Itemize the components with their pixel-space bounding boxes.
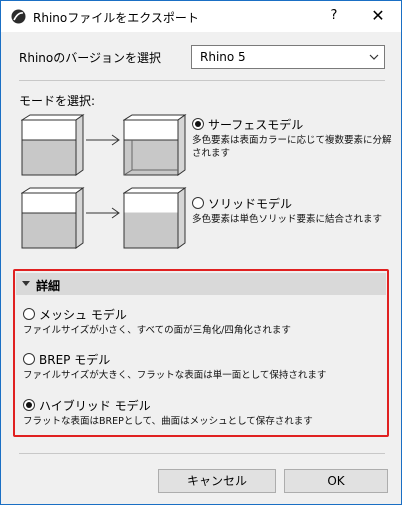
solid-model-desc: 多色要素は単色ソリッド要素に結合されます	[192, 214, 383, 225]
solid-cube-icon	[21, 187, 85, 249]
mesh-model-desc: ファイルサイズが小さく、すべての面が三角化/四角化されます	[23, 325, 291, 336]
mesh-model-label: メッシュ モデル	[39, 308, 127, 322]
solid-cube-icon	[123, 187, 187, 249]
version-label: Rhinoのバージョンを選択	[19, 51, 161, 65]
surface-model-radio[interactable]	[192, 118, 204, 130]
surface-cube-icon	[123, 114, 187, 176]
separator	[19, 80, 385, 81]
cancel-button[interactable]: キャンセル	[158, 469, 276, 493]
hybrid-model-radio[interactable]	[23, 399, 35, 411]
close-button[interactable]: ✕	[363, 3, 393, 29]
separator	[19, 453, 385, 454]
collapse-triangle-icon	[22, 281, 30, 286]
export-dialog: Rhinoファイルをエクスポート ? ✕ Rhinoのバージョンを選択 Rhin…	[0, 0, 402, 505]
solid-model-radio[interactable]	[192, 197, 204, 209]
title-bar: Rhinoファイルをエクスポート ? ✕	[1, 1, 401, 32]
window-title: Rhinoファイルをエクスポート	[33, 11, 199, 25]
hybrid-model-label: ハイブリッド モデル	[39, 399, 151, 413]
details-header-label: 詳細	[36, 279, 61, 293]
archicad-app-icon	[11, 9, 26, 24]
mesh-model-radio[interactable]	[23, 308, 35, 320]
arrow-right-icon	[86, 134, 120, 146]
radio-selected-dot	[26, 402, 32, 408]
hybrid-model-desc: フラットな表面はBREPとして、曲面はメッシュとして保存されます	[23, 416, 313, 427]
ok-button[interactable]: OK	[284, 469, 388, 493]
surface-model-desc: 多色要素は表面カラーに応じて複数要素に分解	[192, 135, 392, 146]
solid-model-label: ソリッドモデル	[208, 197, 293, 211]
mode-label: モードを選択:	[19, 94, 96, 108]
arrow-right-icon	[86, 207, 120, 219]
radio-selected-dot	[195, 121, 201, 127]
version-select-value: Rhino 5	[200, 50, 246, 64]
solid-cube-icon	[21, 114, 85, 176]
chevron-down-icon	[369, 54, 379, 60]
version-select[interactable]: Rhino 5	[191, 45, 385, 69]
surface-model-label: サーフェスモデル	[208, 118, 304, 132]
brep-model-radio[interactable]	[23, 353, 35, 365]
brep-model-label: BREP モデル	[39, 353, 111, 367]
help-button[interactable]: ?	[321, 3, 347, 29]
brep-model-desc: ファイルサイズが大きく、フラットな表面は単一面として保持されます	[23, 370, 327, 381]
details-header[interactable]: 詳細	[16, 273, 386, 295]
surface-model-desc-cont: されます	[192, 148, 231, 159]
